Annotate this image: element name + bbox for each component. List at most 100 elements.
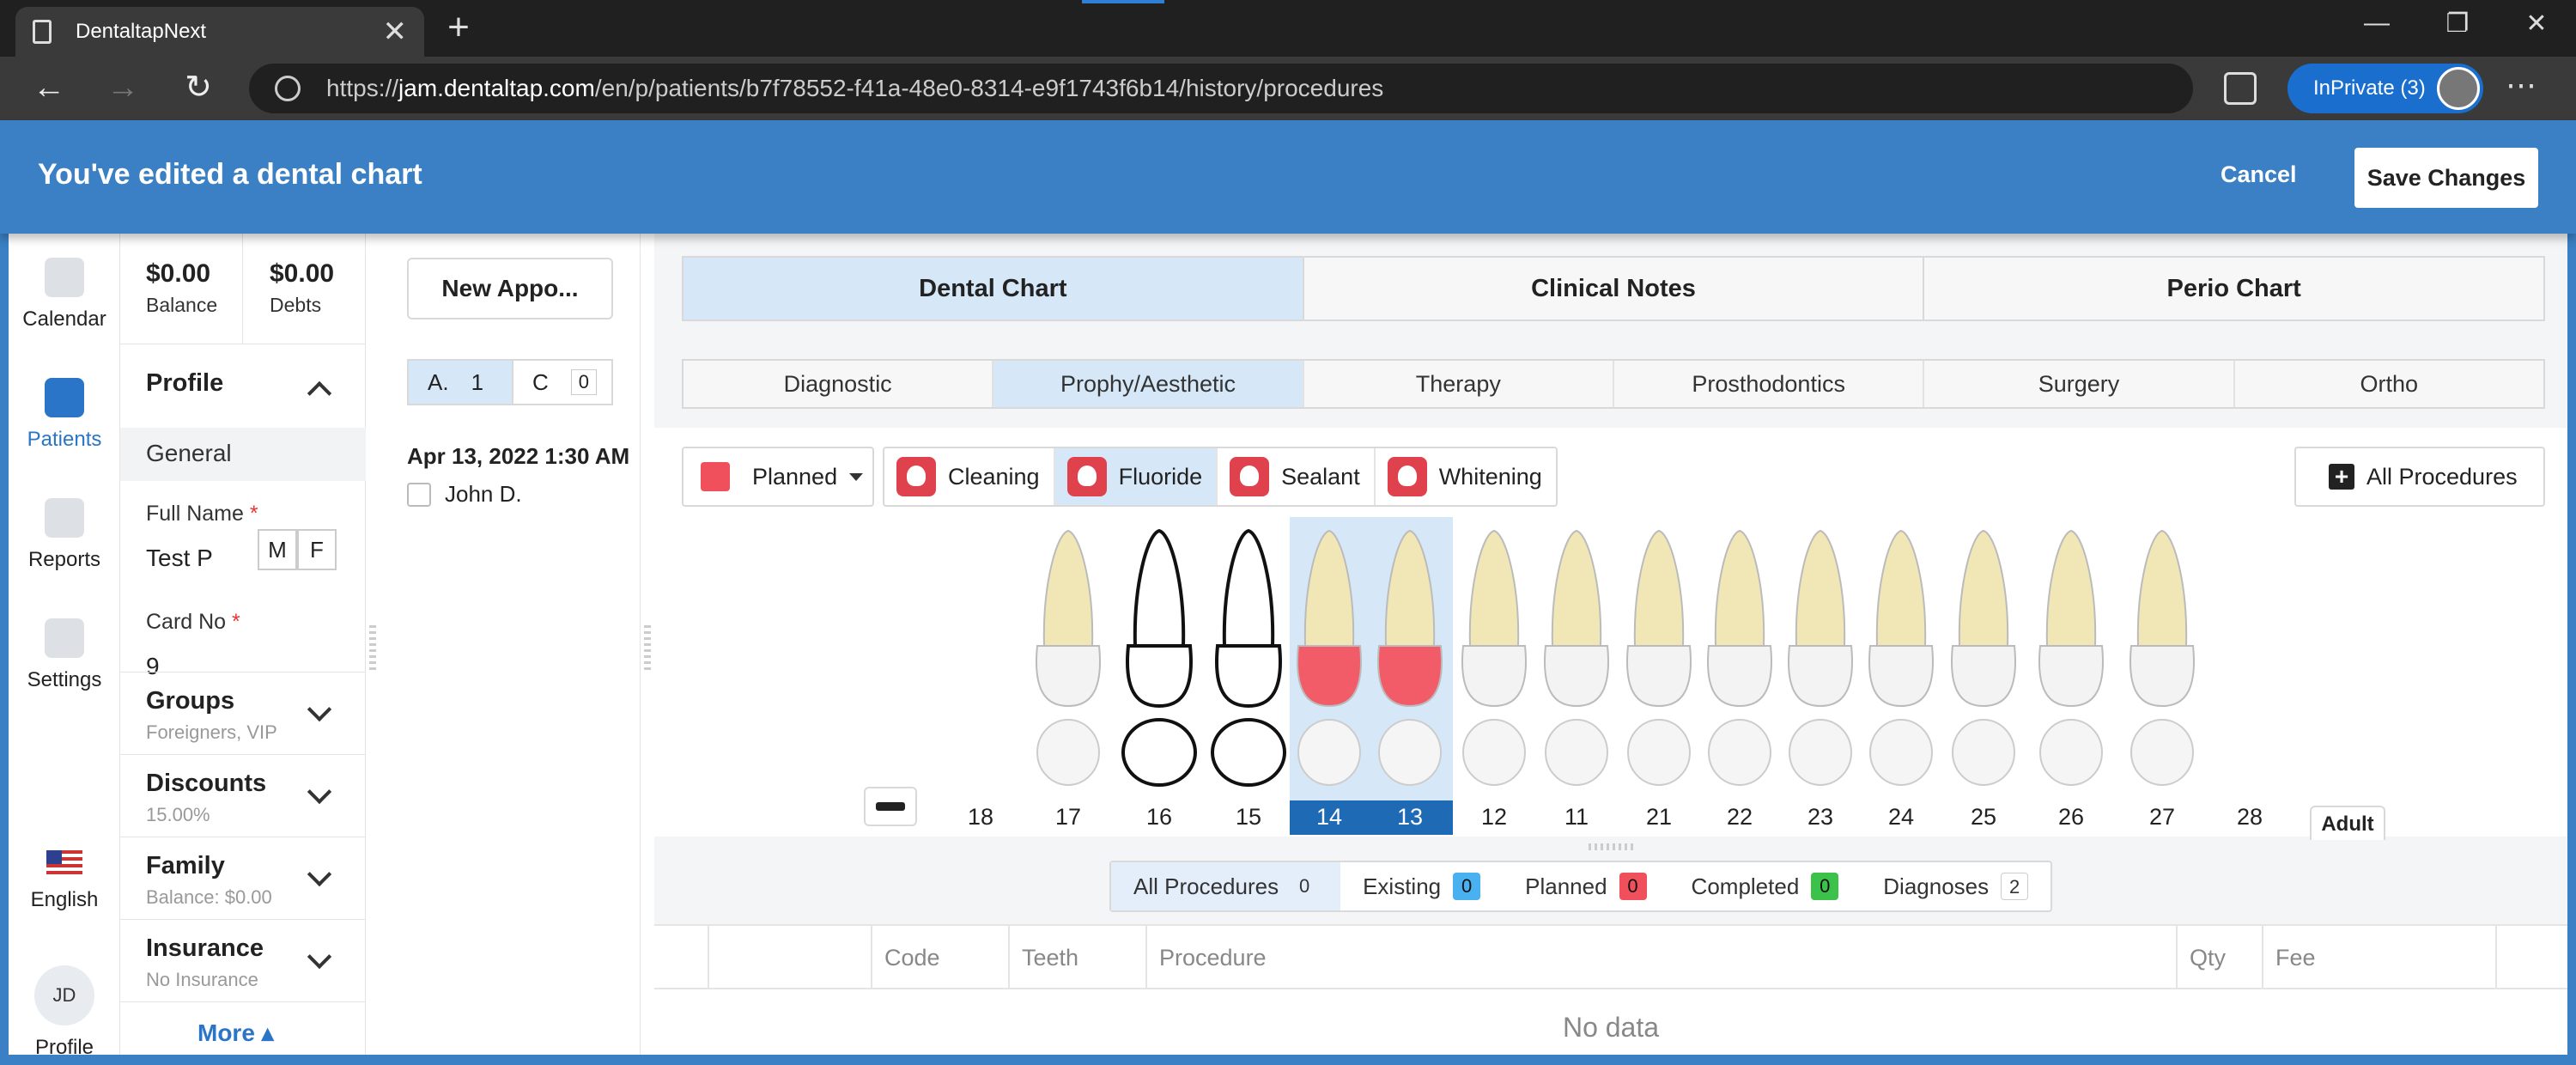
tooth-number-13[interactable]: 13 bbox=[1384, 804, 1436, 831]
tooth-22[interactable] bbox=[1707, 529, 1772, 786]
nav-settings[interactable]: Settings bbox=[9, 618, 120, 692]
closed-appointments-tab[interactable]: C 0 bbox=[512, 359, 613, 405]
tooth-number-11[interactable]: 11 bbox=[1551, 804, 1602, 831]
all-procedures-button[interactable]: + All Procedures bbox=[2294, 447, 2545, 507]
refresh-icon[interactable]: ↻ bbox=[177, 69, 220, 108]
tooth-12[interactable] bbox=[1461, 529, 1527, 786]
more-options-icon[interactable]: ⋯ bbox=[2506, 67, 2537, 103]
collections-icon[interactable] bbox=[2224, 72, 2257, 105]
nav-profile[interactable]: JD Profile bbox=[9, 965, 120, 1060]
groups-title[interactable]: Groups bbox=[146, 687, 234, 715]
tooth-number-25[interactable]: 25 bbox=[1958, 804, 2009, 831]
column-fee[interactable]: Fee bbox=[2262, 926, 2495, 989]
chevron-up-icon[interactable] bbox=[307, 380, 332, 406]
column-select[interactable] bbox=[708, 926, 871, 989]
status-dropdown[interactable]: Planned bbox=[682, 447, 874, 507]
tooth-number-14[interactable]: 14 bbox=[1303, 804, 1355, 831]
more-button[interactable]: More ▴ bbox=[197, 1019, 274, 1047]
chevron-down-icon[interactable] bbox=[307, 944, 332, 970]
tab-perio-chart[interactable]: Perio Chart bbox=[1924, 258, 2543, 320]
fullname-field[interactable]: Test P bbox=[146, 545, 213, 572]
save-changes-button[interactable]: Save Changes bbox=[2354, 148, 2538, 208]
back-icon[interactable]: ← bbox=[27, 69, 70, 108]
chevron-down-icon[interactable] bbox=[307, 861, 332, 887]
column-procedure[interactable]: Procedure bbox=[1145, 926, 2176, 989]
close-window-icon[interactable]: ✕ bbox=[2511, 9, 2562, 39]
column-teeth[interactable]: Teeth bbox=[1008, 926, 1145, 989]
tooth-26[interactable] bbox=[2038, 529, 2104, 786]
tab-clinical-notes[interactable]: Clinical Notes bbox=[1304, 258, 1925, 320]
tooth-23[interactable] bbox=[1788, 529, 1853, 786]
language-selector[interactable]: English bbox=[9, 850, 120, 912]
subtab-therapy[interactable]: Therapy bbox=[1304, 361, 1614, 407]
discounts-title[interactable]: Discounts bbox=[146, 770, 266, 798]
tooth-number-23[interactable]: 23 bbox=[1795, 804, 1846, 831]
insurance-title[interactable]: Insurance bbox=[146, 934, 264, 963]
tooth-27[interactable] bbox=[2129, 529, 2195, 786]
sealant-button[interactable]: Sealant bbox=[1218, 448, 1376, 505]
tooth-number-17[interactable]: 17 bbox=[1042, 804, 1094, 831]
tooth-number-15[interactable]: 15 bbox=[1223, 804, 1274, 831]
restore-icon[interactable]: ❐ bbox=[2432, 9, 2483, 39]
profile-section-title[interactable]: Profile bbox=[146, 369, 223, 398]
subtab-prosthodontics[interactable]: Prosthodontics bbox=[1614, 361, 1925, 407]
tooth-number-24[interactable]: 24 bbox=[1875, 804, 1927, 831]
inprivate-button[interactable]: InPrivate (3) bbox=[2287, 64, 2483, 113]
tooth-25[interactable] bbox=[1951, 529, 2016, 786]
nav-calendar[interactable]: Calendar bbox=[9, 258, 120, 332]
new-appointment-button[interactable]: New Appo... bbox=[407, 258, 613, 320]
tooth-17[interactable] bbox=[1036, 529, 1101, 786]
browser-tab[interactable]: DentaltapNext ✕ bbox=[15, 7, 424, 57]
filter-existing[interactable]: Existing 0 bbox=[1340, 862, 1503, 910]
subtab-ortho[interactable]: Ortho bbox=[2235, 361, 2543, 407]
tooth-number-26[interactable]: 26 bbox=[2045, 804, 2097, 831]
gender-female-button[interactable]: F bbox=[297, 529, 337, 570]
minimize-icon[interactable]: — bbox=[2351, 9, 2403, 38]
tooth-number-22[interactable]: 22 bbox=[1714, 804, 1765, 831]
tooth-15[interactable] bbox=[1211, 528, 1286, 787]
filter-planned[interactable]: Planned 0 bbox=[1503, 862, 1668, 910]
resize-handle[interactable] bbox=[1589, 843, 1637, 850]
tooth-number-12[interactable]: 12 bbox=[1468, 804, 1520, 831]
chart-view-toggle[interactable] bbox=[864, 787, 917, 826]
tooth-11[interactable] bbox=[1544, 529, 1609, 786]
whitening-button[interactable]: Whitening bbox=[1376, 448, 1556, 505]
filter-all-procedures[interactable]: All Procedures 0 bbox=[1111, 862, 1341, 910]
gender-male-button[interactable]: M bbox=[258, 529, 297, 570]
resize-handle[interactable] bbox=[644, 625, 651, 673]
resize-handle[interactable] bbox=[369, 625, 376, 673]
tooth-number-27[interactable]: 27 bbox=[2136, 804, 2188, 831]
nav-reports[interactable]: Reports bbox=[9, 498, 120, 572]
tooth-16[interactable] bbox=[1121, 528, 1197, 787]
url-field[interactable]: https://jam.dentaltap.com/en/p/patients/… bbox=[249, 64, 2193, 113]
family-title[interactable]: Family bbox=[146, 852, 225, 880]
cleaning-button[interactable]: Cleaning bbox=[884, 448, 1055, 505]
tab-dental-chart[interactable]: Dental Chart bbox=[683, 258, 1304, 320]
tooth-number-18[interactable]: 18 bbox=[955, 804, 1006, 831]
nav-patients[interactable]: Patients bbox=[9, 378, 120, 452]
adult-toggle[interactable]: Adult bbox=[2310, 806, 2385, 840]
tooth-21[interactable] bbox=[1626, 529, 1692, 786]
tooth-number-21[interactable]: 21 bbox=[1633, 804, 1685, 831]
filter-diagnoses[interactable]: Diagnoses 2 bbox=[1861, 862, 2050, 910]
new-tab-button[interactable]: + bbox=[436, 7, 481, 52]
appointment-date[interactable]: Apr 13, 2022 1:30 AM bbox=[407, 443, 647, 470]
close-tab-icon[interactable]: ✕ bbox=[383, 15, 408, 49]
cancel-button[interactable]: Cancel bbox=[2221, 161, 2297, 188]
filter-completed[interactable]: Completed 0 bbox=[1669, 862, 1862, 910]
active-appointments-tab[interactable]: A. 1 bbox=[407, 359, 513, 405]
teeth-chart[interactable] bbox=[654, 517, 2567, 800]
subtab-diagnostic[interactable]: Diagnostic bbox=[683, 361, 994, 407]
forward-icon[interactable]: → bbox=[101, 69, 144, 108]
tooth-24[interactable] bbox=[1868, 529, 1934, 786]
chevron-down-icon[interactable] bbox=[307, 697, 332, 722]
chevron-down-icon[interactable] bbox=[307, 779, 332, 805]
subtab-surgery[interactable]: Surgery bbox=[1924, 361, 2235, 407]
tooth-number-28[interactable]: 28 bbox=[2224, 804, 2275, 831]
column-code[interactable]: Code bbox=[871, 926, 1008, 989]
tooth-number-16[interactable]: 16 bbox=[1133, 804, 1185, 831]
fluoride-button[interactable]: Fluoride bbox=[1054, 448, 1218, 505]
appointment-person[interactable]: John D. bbox=[407, 481, 522, 508]
subtab-prophy-aesthetic[interactable]: Prophy/Aesthetic bbox=[993, 361, 1304, 407]
column-qty[interactable]: Qty bbox=[2176, 926, 2262, 989]
